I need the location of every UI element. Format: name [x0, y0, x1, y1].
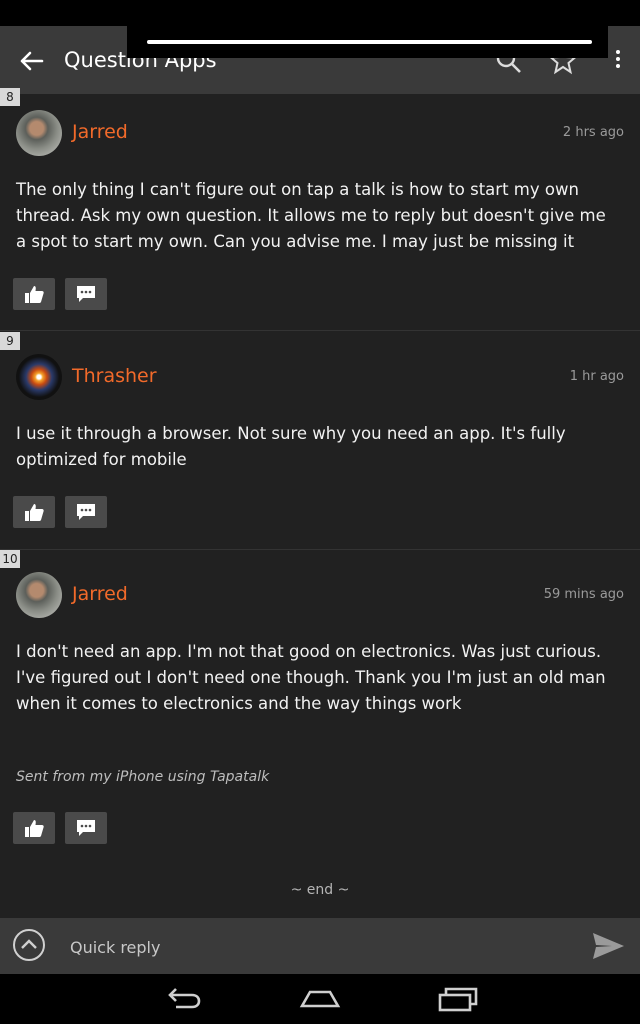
send-icon[interactable]	[590, 930, 626, 962]
thrasher-avatar[interactable]	[16, 354, 62, 400]
post-body: I don't need an app. I'm not that good o…	[16, 642, 606, 713]
system-nav-bar	[0, 974, 640, 1024]
post-timestamp: 59 mins ago	[543, 587, 624, 602]
quick-reply-bar	[0, 918, 640, 974]
quick-reply-input[interactable]	[68, 932, 552, 962]
screen: Question Apps 8 Jarred 2 hrs ago The onl…	[0, 0, 640, 1024]
post-author[interactable]: Thrasher	[72, 365, 157, 387]
status-bar	[0, 0, 640, 26]
post-author[interactable]: Jarred	[72, 583, 128, 605]
post-8: 8 Jarred 2 hrs ago The only thing I can'…	[0, 88, 640, 331]
nav-back-icon[interactable]	[162, 984, 206, 1014]
like-button[interactable]	[13, 278, 55, 310]
overflow-menu-icon[interactable]	[614, 50, 622, 72]
thumbs-up-icon	[25, 504, 44, 521]
reply-button[interactable]	[65, 496, 107, 528]
post-body: I use it through a browser. Not sure why…	[16, 424, 566, 469]
nav-recents-icon[interactable]	[436, 984, 480, 1014]
like-button[interactable]	[13, 496, 55, 528]
comment-icon	[77, 504, 95, 520]
post-number: 8	[0, 88, 20, 106]
post-author[interactable]: Jarred	[72, 121, 128, 143]
chevron-up-icon[interactable]	[12, 928, 46, 962]
jarred-avatar[interactable]	[16, 110, 62, 156]
overlay-line	[147, 40, 592, 44]
post-body: The only thing I can't figure out on tap…	[16, 180, 606, 251]
like-button[interactable]	[13, 812, 55, 844]
post-number: 10	[0, 550, 20, 568]
thumbs-up-icon	[25, 286, 44, 303]
reply-button[interactable]	[65, 278, 107, 310]
post-number: 9	[0, 332, 20, 350]
thumbs-up-icon	[25, 820, 44, 837]
post-signature: Sent from my iPhone using Tapatalk	[16, 769, 270, 785]
top-overlay	[127, 26, 608, 58]
back-arrow-icon[interactable]	[14, 46, 48, 76]
comment-icon	[77, 286, 95, 302]
post-timestamp: 2 hrs ago	[562, 125, 624, 140]
comment-icon	[77, 820, 95, 836]
post-9: 9 Thrasher 1 hr ago I use it through a b…	[0, 331, 640, 550]
post-10: 10 Jarred 59 mins ago I don't need an ap…	[0, 550, 640, 868]
jarred-avatar[interactable]	[16, 572, 62, 618]
reply-button[interactable]	[65, 812, 107, 844]
post-timestamp: 1 hr ago	[569, 369, 624, 384]
end-of-thread-label: ~ end ~	[290, 882, 350, 898]
nav-home-icon[interactable]	[298, 984, 342, 1014]
